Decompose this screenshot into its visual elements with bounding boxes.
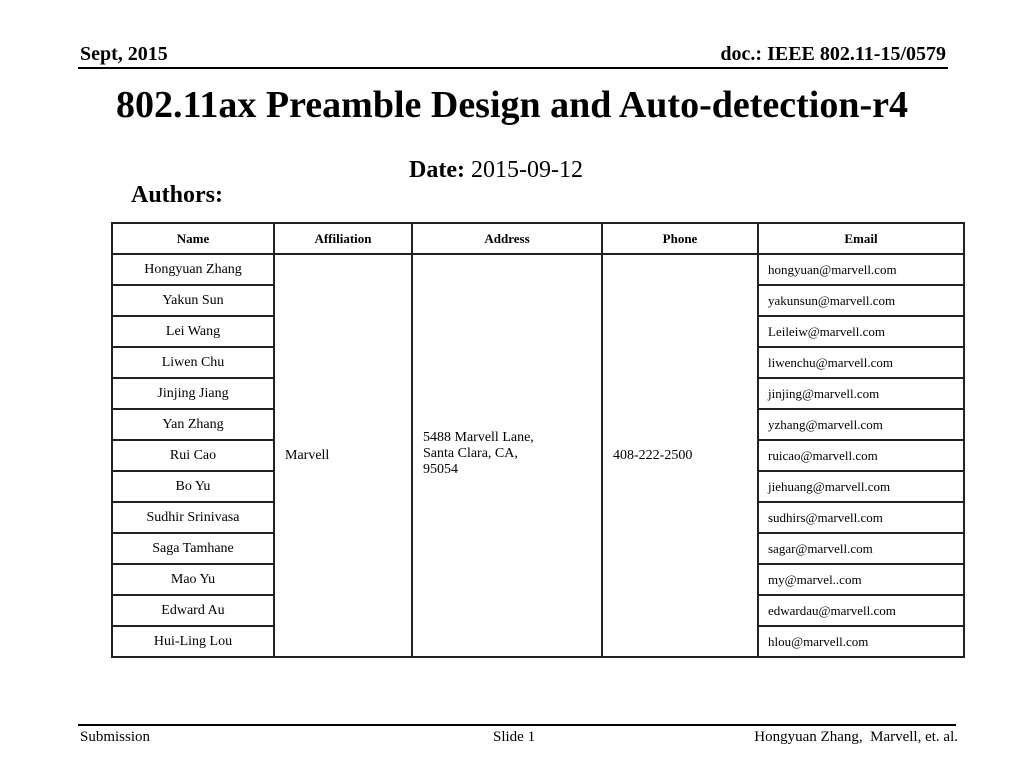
footer-divider [78,724,956,726]
header-divider [78,67,948,69]
address-line: Santa Clara, CA, [423,445,518,461]
column-header-email: Email [757,222,965,255]
author-name: Yan Zhang [111,408,275,441]
author-email: yzhang@marvell.com [757,408,965,441]
column-header-affiliation: Affiliation [273,222,413,255]
author-name: Liwen Chu [111,346,275,379]
column-header-name: Name [111,222,275,255]
author-email: ruicao@marvell.com [757,439,965,472]
address-line: 95054 [423,461,458,477]
author-phone: 408-222-2500 [601,253,759,658]
author-name: Hongyuan Zhang [111,253,275,286]
author-name: Lei Wang [111,315,275,348]
footer-submission: Submission [80,729,151,745]
author-name: Edward Au [111,594,275,627]
header-doc-id: doc.: IEEE 802.11-15/0579 [720,43,946,65]
header-date: Sept, 2015 [80,43,168,65]
column-header-phone: Phone [601,222,759,255]
footer-authors: Hongyuan Zhang, Marvell, et. al. [754,729,958,745]
author-email: my@marvel..com [757,563,965,596]
author-email: jinjing@marvell.com [757,377,965,410]
address-line: 5488 Marvell Lane, [423,429,534,445]
author-email: hlou@marvell.com [757,625,965,658]
table-header-row: Name Affiliation Address Phone Email [111,222,965,255]
author-email: yakunsun@marvell.com [757,284,965,317]
author-address: 5488 Marvell Lane, Santa Clara, CA, 95054 [411,253,603,658]
address-lines: 5488 Marvell Lane, Santa Clara, CA, 95054 [423,430,601,478]
footer-slide-number: Slide 1 [493,729,536,745]
date-value: 2015-09-12 [470,157,583,183]
author-email: hongyuan@marvell.com [757,253,965,286]
authors-table-body: Hongyuan Zhang Marvell 5488 Marvell Lane, S… [111,253,965,658]
author-name: Rui Cao [111,439,275,472]
slide-title: 802.11ax Preamble Design and Auto-detect… [116,84,908,126]
date-line: Date: 2015-09-12 [409,155,583,185]
author-affiliation: Marvell [273,253,413,658]
column-header-address: Address [411,222,603,255]
author-email: jiehuang@marvell.com [757,470,965,503]
authors-table: Name Affiliation Address Phone Email Hon… [111,222,965,658]
author-name: Yakun Sun [111,284,275,317]
author-email: sagar@marvell.com [757,532,965,565]
author-email: Leileiw@marvell.com [757,315,965,348]
author-name: Mao Yu [111,563,275,596]
author-email: liwenchu@marvell.com [757,346,965,379]
date-label: Date: [409,157,465,183]
authors-heading: Authors: [131,182,224,208]
author-email: edwardau@marvell.com [757,594,965,627]
author-name: Saga Tamhane [111,532,275,565]
author-name: Bo Yu [111,470,275,503]
author-name: Sudhir Srinivasa [111,501,275,534]
author-name: Hui-Ling Lou [111,625,275,658]
author-name: Jinjing Jiang [111,377,275,410]
table-row: Hongyuan Zhang Marvell 5488 Marvell Lane, S… [111,253,965,658]
author-email: sudhirs@marvell.com [757,501,965,534]
